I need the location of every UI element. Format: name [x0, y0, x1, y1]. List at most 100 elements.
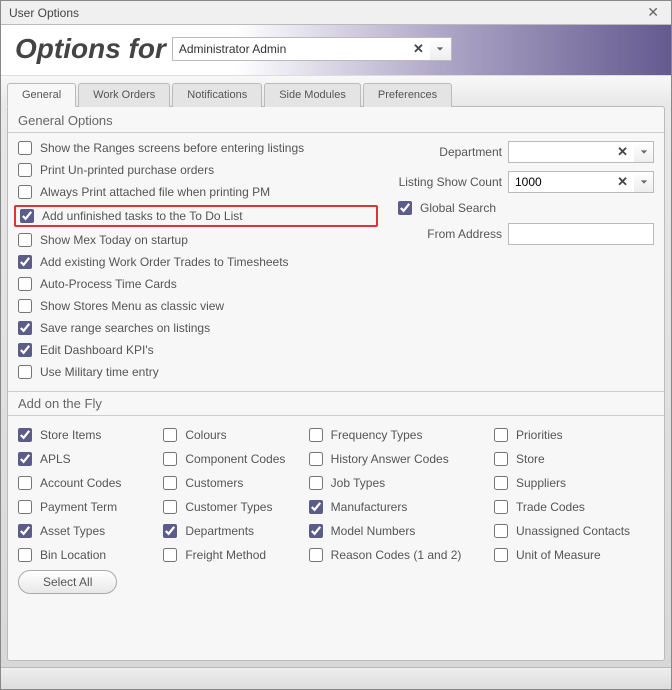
general-options-heading: General Options — [8, 109, 664, 133]
general-option-row: Auto-Process Time Cards — [18, 277, 374, 291]
fly-option-checkbox[interactable] — [309, 500, 323, 514]
fly-option-checkbox[interactable] — [18, 452, 32, 466]
department-label: Department — [394, 145, 502, 159]
fly-option-row: Model Numbers — [309, 524, 482, 538]
fly-option-checkbox[interactable] — [309, 476, 323, 490]
user-dropdown-icon[interactable] — [430, 37, 452, 61]
tab-work-orders[interactable]: Work Orders — [78, 83, 170, 107]
fly-option-row: Customer Types — [163, 500, 296, 514]
general-option-label: Edit Dashboard KPI's — [40, 343, 154, 357]
general-option-checkbox[interactable] — [18, 343, 32, 357]
fly-option-checkbox[interactable] — [494, 452, 508, 466]
general-option-row: Always Print attached file when printing… — [18, 185, 374, 199]
general-option-checkbox[interactable] — [18, 299, 32, 313]
general-option-label: Always Print attached file when printing… — [40, 185, 270, 199]
listing-count-field[interactable]: ✕ — [508, 171, 654, 193]
fly-option-label: Payment Term — [40, 500, 117, 514]
general-option-label: Auto-Process Time Cards — [40, 277, 177, 291]
fly-option-row: Unit of Measure — [494, 548, 654, 562]
general-option-checkbox[interactable] — [18, 277, 32, 291]
fly-option-checkbox[interactable] — [163, 500, 177, 514]
fly-option-row: Suppliers — [494, 476, 654, 490]
global-search-label: Global Search — [420, 201, 496, 215]
general-option-checkbox[interactable] — [18, 255, 32, 269]
fly-option-checkbox[interactable] — [18, 524, 32, 538]
fly-option-label: Frequency Types — [331, 428, 423, 442]
fly-option-label: Component Codes — [185, 452, 285, 466]
department-dropdown-icon[interactable] — [634, 141, 654, 163]
status-bar — [1, 667, 671, 689]
general-option-label: Show the Ranges screens before entering … — [40, 141, 304, 155]
fly-option-label: Store Items — [40, 428, 101, 442]
department-field[interactable]: ✕ — [508, 141, 654, 163]
tab-preferences[interactable]: Preferences — [363, 83, 452, 107]
fly-option-label: Model Numbers — [331, 524, 416, 538]
general-option-row: Add existing Work Order Trades to Timesh… — [18, 255, 374, 269]
fly-option-checkbox[interactable] — [163, 548, 177, 562]
clear-listing-count-icon[interactable]: ✕ — [617, 174, 628, 190]
fly-option-label: Manufacturers — [331, 500, 408, 514]
general-option-checkbox[interactable] — [20, 209, 34, 223]
select-all-button[interactable]: Select All — [18, 570, 117, 594]
clear-department-icon[interactable]: ✕ — [617, 144, 628, 160]
options-for-label: Options for — [15, 33, 166, 65]
general-option-label: Save range searches on listings — [40, 321, 210, 335]
tab-notifications[interactable]: Notifications — [172, 83, 262, 107]
listing-count-input[interactable] — [508, 171, 654, 193]
fly-option-label: Freight Method — [185, 548, 266, 562]
general-option-checkbox[interactable] — [18, 233, 32, 247]
department-input[interactable] — [508, 141, 654, 163]
general-option-label: Add unfinished tasks to the To Do List — [42, 209, 243, 223]
user-options-window: User Options ✕ Options for ✕ GeneralWork… — [0, 0, 672, 690]
general-option-checkbox[interactable] — [18, 141, 32, 155]
fly-option-checkbox[interactable] — [18, 428, 32, 442]
fly-option-checkbox[interactable] — [163, 452, 177, 466]
fly-option-checkbox[interactable] — [163, 428, 177, 442]
fly-option-checkbox[interactable] — [494, 476, 508, 490]
fly-option-label: Trade Codes — [516, 500, 585, 514]
general-option-checkbox[interactable] — [18, 321, 32, 335]
fly-option-checkbox[interactable] — [309, 452, 323, 466]
global-search-checkbox[interactable] — [398, 201, 412, 215]
fly-option-row: Payment Term — [18, 500, 151, 514]
close-icon[interactable]: ✕ — [643, 4, 663, 21]
fly-option-checkbox[interactable] — [494, 500, 508, 514]
general-option-row: Show Mex Today on startup — [18, 233, 374, 247]
fly-option-checkbox[interactable] — [494, 524, 508, 538]
fly-option-checkbox[interactable] — [18, 476, 32, 490]
fly-option-checkbox[interactable] — [163, 524, 177, 538]
general-option-label: Show Mex Today on startup — [40, 233, 188, 247]
panel-outer: General Options Show the Ranges screens … — [1, 106, 671, 667]
fly-option-row: Store — [494, 452, 654, 466]
fly-option-checkbox[interactable] — [309, 428, 323, 442]
from-address-field[interactable] — [508, 223, 654, 245]
general-panel: General Options Show the Ranges screens … — [7, 106, 665, 661]
fly-option-checkbox[interactable] — [494, 548, 508, 562]
fly-option-label: Unassigned Contacts — [516, 524, 630, 538]
listing-count-dropdown-icon[interactable] — [634, 171, 654, 193]
tab-side-modules[interactable]: Side Modules — [264, 83, 361, 107]
fly-option-checkbox[interactable] — [309, 524, 323, 538]
fly-option-label: Job Types — [331, 476, 385, 490]
fly-option-checkbox[interactable] — [163, 476, 177, 490]
general-option-row: Print Un-printed purchase orders — [18, 163, 374, 177]
from-address-input[interactable] — [508, 223, 654, 245]
general-option-checkbox[interactable] — [18, 365, 32, 379]
general-option-checkbox[interactable] — [18, 163, 32, 177]
tab-general[interactable]: General — [7, 83, 76, 107]
user-input[interactable] — [172, 37, 452, 61]
fly-option-checkbox[interactable] — [494, 428, 508, 442]
fly-option-checkbox[interactable] — [309, 548, 323, 562]
fly-option-row: Reason Codes (1 and 2) — [309, 548, 482, 562]
general-option-label: Add existing Work Order Trades to Timesh… — [40, 255, 289, 269]
tabs-bar: GeneralWork OrdersNotificationsSide Modu… — [1, 75, 671, 106]
window-title: User Options — [9, 6, 79, 20]
fly-option-label: History Answer Codes — [331, 452, 449, 466]
fly-option-checkbox[interactable] — [18, 500, 32, 514]
user-combo[interactable]: ✕ — [172, 37, 452, 61]
fly-option-checkbox[interactable] — [18, 548, 32, 562]
fly-option-row: APLS — [18, 452, 151, 466]
add-on-the-fly-heading: Add on the Fly — [8, 392, 664, 416]
clear-user-icon[interactable]: ✕ — [413, 41, 424, 57]
general-option-checkbox[interactable] — [18, 185, 32, 199]
